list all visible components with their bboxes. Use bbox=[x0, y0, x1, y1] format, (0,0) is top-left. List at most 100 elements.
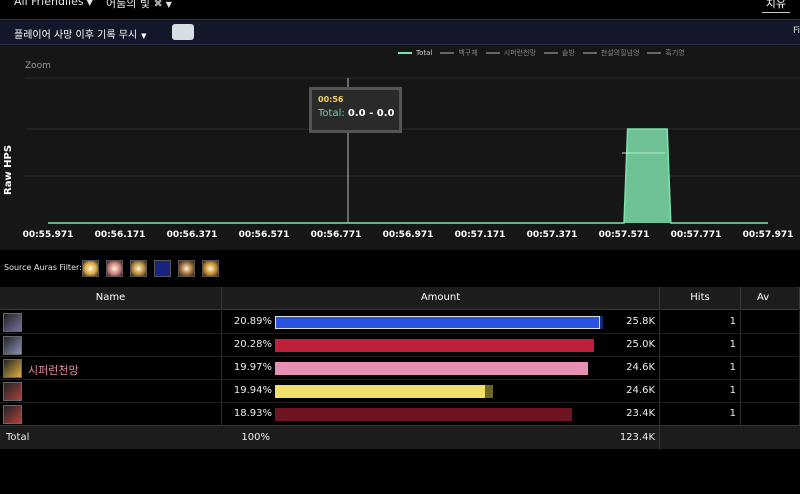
name-cell bbox=[0, 334, 222, 357]
x-tick-label: 00:57.171 bbox=[455, 230, 506, 240]
table-row[interactable]: 18.93% 23.4K 1 bbox=[0, 403, 800, 426]
legend-item[interactable]: 천설의힐넘엉 bbox=[582, 48, 640, 58]
death-option-dropdown[interactable]: 플레이어 사망 이후 기록 무시 ▼ bbox=[14, 26, 147, 41]
legend-swatch bbox=[398, 52, 412, 54]
x-tick-label: 00:56.771 bbox=[311, 230, 362, 240]
amount-value: 23.4K bbox=[626, 408, 655, 419]
hits-value: 1 bbox=[729, 316, 736, 327]
x-tick-label: 00:57.771 bbox=[671, 230, 722, 240]
amount-bar bbox=[275, 385, 485, 398]
chart-legend: Total 백구체 시퍼런천망 솔방 천설의힐넘엉 흑기영 bbox=[398, 48, 693, 58]
amount-value: 24.6K bbox=[626, 385, 655, 396]
x-tick-label: 00:56.571 bbox=[239, 230, 290, 240]
tooltip-series-label: Total: bbox=[318, 108, 345, 119]
tooltip-time: 00:56 bbox=[318, 95, 344, 104]
target-dropdown[interactable]: 어둠의 빛 ✖ ▼ bbox=[106, 0, 172, 11]
options-toolbar: 플레이어 사망 이후 기록 무시 ▼ Fi bbox=[0, 19, 800, 45]
option-toggle[interactable] bbox=[172, 24, 194, 40]
player-avatar bbox=[3, 359, 22, 378]
radiant-aura-icon[interactable] bbox=[106, 260, 123, 277]
chart-y-axis-label: Raw HPS bbox=[3, 144, 14, 195]
top-nav: All Friendlies ▼ 어둠의 빛 ✖ ▼ 치유 bbox=[0, 0, 800, 13]
amount-percent: 19.94% bbox=[233, 385, 272, 396]
legend-item[interactable]: 솔방 bbox=[543, 48, 575, 58]
amount-value: 25.0K bbox=[626, 339, 655, 350]
zoom-label[interactable]: Zoom bbox=[25, 61, 51, 71]
column-divider bbox=[659, 426, 660, 450]
amount-bar bbox=[275, 408, 572, 421]
x-tick-label: 00:56.171 bbox=[95, 230, 146, 240]
night-sky-aura-icon[interactable] bbox=[154, 260, 171, 277]
total-amount: 123.4K bbox=[619, 432, 655, 443]
average-cell bbox=[741, 380, 800, 403]
legend-swatch bbox=[485, 52, 500, 54]
flame-aura-icon[interactable] bbox=[202, 260, 219, 277]
average-cell bbox=[741, 311, 800, 334]
player-name[interactable]: 시퍼런천망 bbox=[28, 362, 79, 378]
average-cell bbox=[741, 334, 800, 357]
legend-swatch bbox=[582, 52, 597, 54]
table-row[interactable]: 시퍼런천망 19.97% 24.6K 1 bbox=[0, 357, 800, 380]
source-auras-label: Source Auras Filter: bbox=[4, 263, 82, 272]
column-header-amount[interactable]: Amount bbox=[222, 287, 660, 310]
total-label: Total bbox=[6, 432, 30, 443]
table-row[interactable]: 20.28% 25.0K 1 bbox=[0, 334, 800, 357]
column-header-name[interactable]: Name bbox=[0, 287, 222, 310]
amount-percent: 20.28% bbox=[233, 339, 272, 350]
chart-tooltip: 00:56 Total: 0.0 - 0.0 bbox=[309, 87, 402, 133]
player-avatar bbox=[3, 405, 22, 424]
target-label: 어둠의 빛 bbox=[106, 0, 150, 10]
hits-value: 1 bbox=[729, 362, 736, 373]
legend-swatch bbox=[543, 52, 558, 54]
tab-healing[interactable]: 치유 bbox=[761, 0, 790, 13]
legend-swatch bbox=[647, 52, 662, 54]
amount-percent: 20.89% bbox=[233, 316, 272, 327]
amount-percent: 19.97% bbox=[233, 362, 272, 373]
x-tick-label: 00:56.971 bbox=[383, 230, 434, 240]
legend-swatch bbox=[440, 52, 455, 54]
amount-value: 25.8K bbox=[626, 316, 655, 327]
legend-label: 천설의힐넘엉 bbox=[600, 49, 640, 57]
x-tick-label: 00:56.371 bbox=[167, 230, 218, 240]
name-cell bbox=[0, 311, 222, 334]
table-row[interactable]: 20.89% 25.8K 1 bbox=[0, 311, 800, 334]
holy-burst-aura-icon[interactable] bbox=[82, 260, 99, 277]
legend-item[interactable]: 흑기영 bbox=[647, 48, 685, 58]
column-header-average[interactable]: Av bbox=[741, 287, 800, 310]
friendly-filter-dropdown[interactable]: All Friendlies ▼ bbox=[14, 0, 93, 8]
legend-label: 백구체 bbox=[458, 49, 478, 57]
table-row[interactable]: 19.94% 24.6K 1 bbox=[0, 380, 800, 403]
amount-bar bbox=[275, 339, 594, 352]
x-tick-label: 00:55.971 bbox=[23, 230, 74, 240]
legend-label: 흑기영 bbox=[665, 49, 685, 57]
toolbar-right-text[interactable]: Fi bbox=[793, 26, 800, 36]
name-cell bbox=[0, 380, 222, 403]
friendly-filter-label: All Friendlies bbox=[14, 0, 84, 8]
hits-value: 1 bbox=[729, 385, 736, 396]
legend-item[interactable]: 백구체 bbox=[440, 48, 478, 58]
legend-label: 솔방 bbox=[561, 49, 575, 57]
average-cell bbox=[741, 357, 800, 380]
legend-label: 시퍼런천망 bbox=[503, 49, 536, 57]
hps-chart[interactable]: 00:55.971 00:56.171 00:56.371 00:56.571 00:5… bbox=[0, 45, 800, 250]
hps-chart-svg: 00:55.971 00:56.171 00:56.371 00:56.571 00:5… bbox=[23, 77, 800, 240]
amount-percent: 18.93% bbox=[233, 408, 272, 419]
player-avatar bbox=[3, 313, 22, 332]
hits-value: 1 bbox=[729, 408, 736, 419]
paladin-aura-icon[interactable] bbox=[178, 260, 195, 277]
amount-bar bbox=[275, 362, 588, 375]
legend-item[interactable]: Total bbox=[398, 49, 432, 57]
name-cell bbox=[0, 403, 222, 426]
amount-bar bbox=[275, 316, 600, 329]
player-avatar bbox=[3, 336, 22, 355]
x-tick-label: 00:57.371 bbox=[527, 230, 578, 240]
table-total-row: Total 100% 123.4K bbox=[0, 425, 800, 450]
legend-item[interactable]: 시퍼런천망 bbox=[485, 48, 536, 58]
chevron-down-icon: ▼ bbox=[86, 0, 93, 7]
death-option-label: 플레이어 사망 이후 기록 무시 bbox=[14, 30, 138, 41]
x-tick-label: 00:57.971 bbox=[743, 230, 794, 240]
column-header-hits[interactable]: Hits bbox=[660, 287, 741, 310]
amount-value: 24.6K bbox=[626, 362, 655, 373]
golden-light-aura-icon[interactable] bbox=[130, 260, 147, 277]
source-auras-filter: Source Auras Filter: bbox=[0, 250, 800, 284]
